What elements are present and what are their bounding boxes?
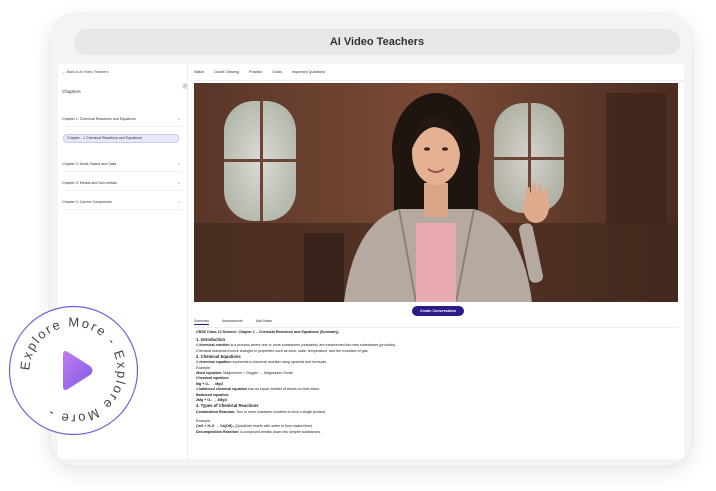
nav-goals[interactable]: Goals [272,70,282,74]
create-conversation-button[interactable]: Create Conversation [412,306,464,316]
sidebar-title: Chapters [62,89,81,94]
explore-more-badge-graphic: Explore More - Explore More - [8,305,139,436]
paragraph: Combination Reaction: Two or more reacta… [196,410,327,415]
chevron-up-icon: ^ [178,200,180,205]
chapter-label: Chapter 3: Metals and Non-metals [62,181,117,185]
tab-summary[interactable]: Summary [194,319,209,325]
app-screen: ← Back to AI Video Teachers ‹ Chapters C… [58,64,684,459]
back-link[interactable]: ← Back to AI Video Teachers [62,70,108,74]
divider [190,80,684,81]
tab-assessments[interactable]: Assessments [222,319,243,324]
chapter-label: Chapter 4: Carbon Compounds [62,200,112,204]
paragraph: Decomposition Reaction: A compound break… [196,429,322,434]
chapter-label: Chapter 1: Chemical Reactions and Equati… [62,117,136,121]
summary-title: CBSE Class 10 Science: Chapter 1 – Chemi… [196,330,339,334]
summary-content: CBSE Class 10 Science: Chapter 1 – Chemi… [196,330,676,435]
section-heading: 3. Types of Chemical Reactions [196,403,259,409]
chapter-item-2[interactable]: Chapter 2: Acids, Bases and Salts ^ [62,162,182,172]
chapter-label: Chapter 2: Acids, Bases and Salts [62,162,117,166]
chapter-item-4[interactable]: Chapter 4: Carbon Compounds ^ [62,200,182,210]
teacher-video-frame [194,83,678,302]
nav-doubt-clearing[interactable]: Doubt Clearing [214,70,239,74]
nav-watch[interactable]: Watch [194,70,204,74]
chapter-item-1[interactable]: Chapter 1: Chemical Reactions and Equati… [62,117,182,127]
top-nav: Watch Doubt Clearing Practice Goals Impo… [194,70,334,78]
chevron-up-icon: ^ [178,181,180,186]
chevron-up-icon: ^ [178,162,180,167]
main-panel: Watch Doubt Clearing Practice Goals Impo… [190,64,684,459]
chapter-item-3[interactable]: Chapter 3: Metals and Non-metals ^ [62,181,182,191]
app-window: AI Video Teachers ← Back to AI Video Tea… [50,14,692,466]
chevron-up-icon: ^ [178,117,180,122]
nav-important-questions[interactable]: Important Questions [292,70,325,74]
tabs: Summary Assessments Add Notes [194,319,284,327]
nav-practice[interactable]: Practice [249,70,262,74]
chapter-subitem-active[interactable]: Chapter - 1 Chemical Reactions and Equat… [63,134,179,143]
collapse-sidebar-button[interactable]: ‹ [182,83,188,89]
tab-add-notes[interactable]: Add Notes [256,319,272,324]
divider [194,327,678,328]
explore-more-badge[interactable]: Explore More - Explore More - [6,303,141,438]
stage: AI Video Teachers ← Back to AI Video Tea… [0,0,716,491]
app-title: AI Video Teachers [74,29,680,55]
video-player[interactable] [194,83,678,302]
